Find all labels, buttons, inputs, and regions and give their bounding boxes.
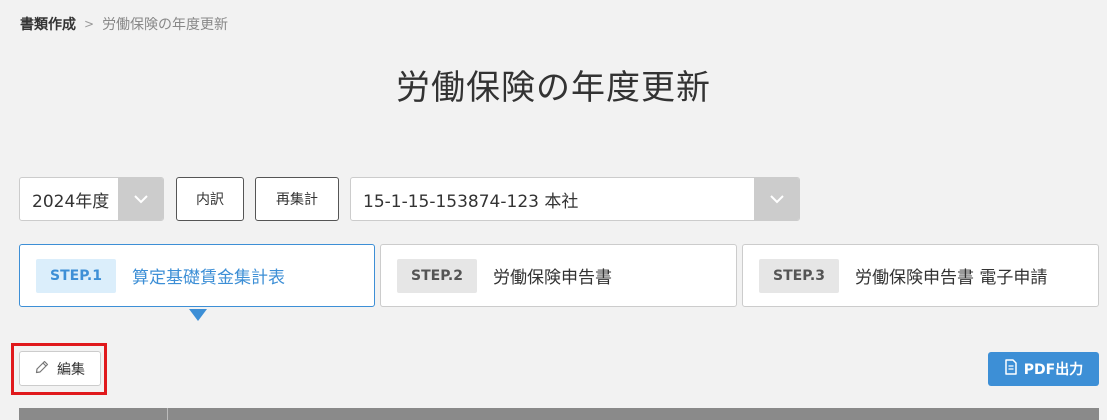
office-select[interactable]: 15-1-15-153874-123 本社 xyxy=(350,177,800,221)
breadcrumb-link-documents[interactable]: 書類作成 xyxy=(20,14,76,34)
table-header-cell xyxy=(168,408,1099,420)
edit-button-label: 編集 xyxy=(57,361,85,378)
page-title: 労働保険の年度更新 xyxy=(396,68,711,108)
office-select-value: 15-1-15-153874-123 本社 xyxy=(363,191,579,212)
recalculate-button[interactable]: 再集計 xyxy=(255,177,339,221)
step-label: 労働保険申告書 電子申請 xyxy=(854,268,1048,288)
step-3-tab[interactable]: STEP.3 労働保険申告書 電子申請 xyxy=(742,244,1099,307)
step-2-tab[interactable]: STEP.2 労働保険申告書 xyxy=(380,244,737,307)
pdf-export-button[interactable]: PDF出力 xyxy=(988,352,1099,386)
pdf-export-label: PDF出力 xyxy=(1023,362,1084,378)
step-1-tab[interactable]: STEP.1 算定基礎賃金集計表 xyxy=(19,244,375,307)
chevron-down-icon[interactable] xyxy=(118,178,163,220)
breadcrumb: 書類作成 > 労働保険の年度更新 xyxy=(20,14,228,34)
step-label: 算定基礎賃金集計表 xyxy=(131,268,285,288)
step-badge: STEP.3 xyxy=(759,258,839,293)
table-header-cell xyxy=(19,408,168,420)
pencil-icon xyxy=(35,360,49,378)
year-select-value: 2024年度 xyxy=(32,191,110,212)
table-header xyxy=(19,408,1099,420)
chevron-down-icon[interactable] xyxy=(754,178,799,220)
document-icon xyxy=(1004,359,1018,379)
breakdown-button[interactable]: 内訳 xyxy=(176,177,244,221)
edit-button[interactable]: 編集 xyxy=(19,351,101,386)
year-select[interactable]: 2024年度 xyxy=(19,177,164,221)
breadcrumb-current: 労働保険の年度更新 xyxy=(102,17,229,33)
step-badge: STEP.2 xyxy=(397,258,477,293)
active-step-pointer-icon xyxy=(189,309,207,321)
step-label: 労働保険申告書 xyxy=(492,268,612,288)
step-badge: STEP.1 xyxy=(36,258,116,293)
breadcrumb-separator: > xyxy=(84,17,95,31)
